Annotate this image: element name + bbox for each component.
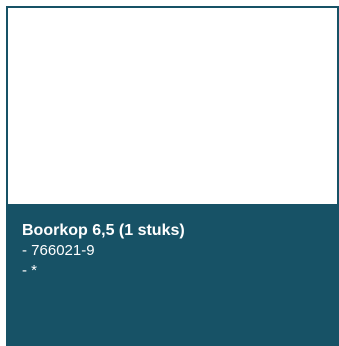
article-number: - 766021-9 [22,242,95,259]
product-image[interactable] [8,8,337,204]
product-extra: - * [22,262,37,279]
product-card[interactable]: Boorkop 6,5 (1 stuks) - 766021-9 - * [6,6,339,346]
product-title[interactable]: Boorkop 6,5 (1 stuks) [22,221,327,241]
product-info: Boorkop 6,5 (1 stuks) - 766021-9 - * [22,221,327,281]
